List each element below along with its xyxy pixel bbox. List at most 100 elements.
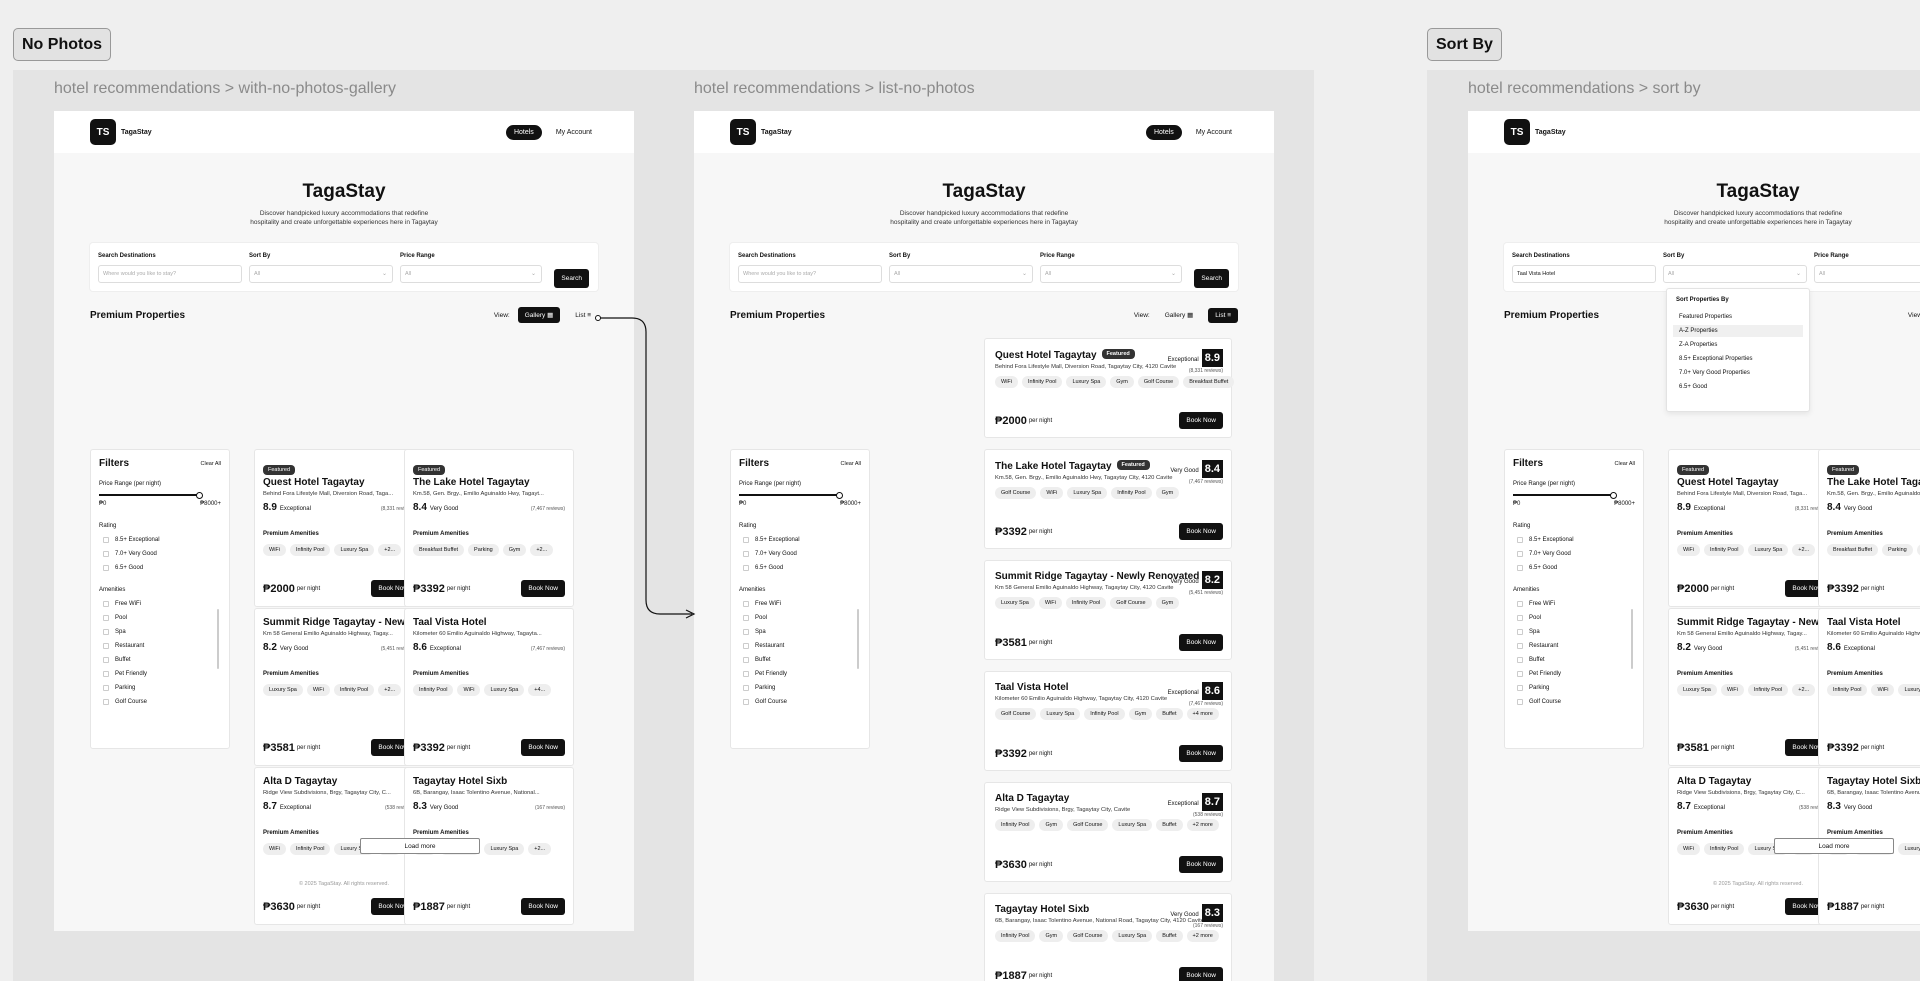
hotel-card[interactable]: Featured Quest Hotel Tagaytay Behind Fora … bbox=[254, 449, 424, 607]
sort-option[interactable]: 8.5+ Exceptional Properties bbox=[1673, 353, 1803, 365]
hotel-name[interactable]: The Lake Hotel Tagaytay bbox=[413, 477, 565, 488]
hotel-card[interactable]: Featured The Lake Hotel Tagaytay Km.58, Ge… bbox=[404, 449, 574, 607]
checkbox[interactable] bbox=[1517, 629, 1523, 635]
amenity-checkbox[interactable]: Pool bbox=[99, 615, 221, 621]
hotel-name[interactable]: Quest Hotel Tagaytay bbox=[1677, 477, 1829, 488]
checkbox[interactable] bbox=[743, 685, 749, 691]
clear-all-button[interactable]: Clear All bbox=[1615, 461, 1635, 467]
hotel-card[interactable]: Summit Ridge Tagaytay - New... Km 58 Gene… bbox=[254, 608, 424, 766]
rating-checkbox[interactable]: 6.5+ Good bbox=[1513, 565, 1635, 571]
price-range-select[interactable]: All⌄ bbox=[1040, 265, 1182, 283]
amenity-checkbox[interactable]: Spa bbox=[99, 629, 221, 635]
checkbox[interactable] bbox=[1517, 685, 1523, 691]
hotel-name[interactable]: Tagaytay Hotel Sixb bbox=[1827, 776, 1920, 787]
hotel-name[interactable]: The Lake Hotel Tagaytay bbox=[1827, 477, 1920, 488]
amenity-checkbox[interactable]: Golf Course bbox=[1513, 699, 1635, 705]
checkbox[interactable] bbox=[743, 629, 749, 635]
checkbox[interactable] bbox=[103, 685, 109, 691]
price-range-select[interactable]: All⌄ bbox=[1814, 265, 1920, 283]
hotel-name[interactable]: Summit Ridge Tagaytay - Newly Renovated bbox=[995, 571, 1199, 582]
checkbox[interactable] bbox=[103, 537, 109, 543]
amenity-checkbox[interactable]: Restaurant bbox=[1513, 643, 1635, 649]
checkbox[interactable] bbox=[103, 615, 109, 621]
checkbox[interactable] bbox=[743, 601, 749, 607]
search-button[interactable]: Search bbox=[1194, 269, 1229, 288]
book-now-button[interactable]: Book Now bbox=[521, 580, 565, 597]
view-list-button[interactable]: List ≡ bbox=[568, 308, 598, 323]
rating-checkbox[interactable]: 6.5+ Good bbox=[739, 565, 861, 571]
book-now-button[interactable]: Book Now bbox=[1179, 523, 1223, 540]
amenity-checkbox[interactable]: Parking bbox=[99, 685, 221, 691]
checkbox[interactable] bbox=[1517, 643, 1523, 649]
checkbox[interactable] bbox=[103, 657, 109, 663]
checkbox[interactable] bbox=[743, 643, 749, 649]
hotel-name[interactable]: Alta D Tagaytay bbox=[995, 793, 1069, 804]
logo[interactable]: TS bbox=[1504, 119, 1530, 145]
amenity-checkbox[interactable]: Parking bbox=[739, 685, 861, 691]
search-destinations-input[interactable]: Where would you like to stay? bbox=[738, 265, 882, 283]
hotel-list-card[interactable]: Tagaytay Hotel Sixb 6B, Barangay, Isaac T… bbox=[984, 893, 1232, 981]
checkbox[interactable] bbox=[1517, 565, 1523, 571]
clear-all-button[interactable]: Clear All bbox=[841, 461, 861, 467]
hotel-name[interactable]: Tagaytay Hotel Sixb bbox=[413, 776, 565, 787]
checkbox[interactable] bbox=[1517, 551, 1523, 557]
nav-hotels[interactable]: Hotels bbox=[505, 124, 542, 140]
amenity-checkbox[interactable]: Free WiFi bbox=[739, 601, 861, 607]
rating-checkbox[interactable]: 7.0+ Very Good bbox=[99, 551, 221, 557]
book-now-button[interactable]: Book Now bbox=[521, 739, 565, 756]
hotel-name[interactable]: Quest Hotel Tagaytay bbox=[995, 350, 1097, 361]
checkbox[interactable] bbox=[1517, 671, 1523, 677]
price-slider[interactable] bbox=[99, 492, 204, 499]
scrollbar[interactable] bbox=[217, 609, 219, 669]
section-tag-no-photos[interactable]: No Photos bbox=[13, 28, 111, 61]
hotel-list-card[interactable]: The Lake Hotel Tagaytay Featured Km.58, Ge… bbox=[984, 449, 1232, 549]
scrollbar[interactable] bbox=[857, 609, 859, 669]
checkbox[interactable] bbox=[743, 551, 749, 557]
checkbox[interactable] bbox=[103, 699, 109, 705]
logo[interactable]: TS bbox=[730, 119, 756, 145]
checkbox[interactable] bbox=[1517, 615, 1523, 621]
sort-by-select[interactable]: All ⌄ bbox=[249, 265, 393, 283]
rating-checkbox[interactable]: 6.5+ Good bbox=[99, 565, 221, 571]
load-more-button[interactable]: Load more bbox=[360, 838, 480, 854]
view-list-button[interactable]: List ≡ bbox=[1208, 307, 1238, 323]
amenity-checkbox[interactable]: Pool bbox=[739, 615, 861, 621]
checkbox[interactable] bbox=[743, 657, 749, 663]
sort-option[interactable]: 6.5+ Good bbox=[1673, 381, 1803, 393]
checkbox[interactable] bbox=[103, 629, 109, 635]
price-slider[interactable] bbox=[739, 492, 844, 499]
amenity-checkbox[interactable]: Restaurant bbox=[739, 643, 861, 649]
search-button[interactable]: Search bbox=[554, 269, 589, 288]
rating-checkbox[interactable]: 7.0+ Very Good bbox=[1513, 551, 1635, 557]
amenity-checkbox[interactable]: Golf Course bbox=[99, 699, 221, 705]
hotel-card[interactable]: Summit Ridge Tagaytay - New... Km 58 Gene… bbox=[1668, 608, 1838, 766]
search-destinations-input[interactable]: Taal Vista Hotel bbox=[1512, 265, 1656, 283]
amenity-checkbox[interactable]: Spa bbox=[739, 629, 861, 635]
checkbox[interactable] bbox=[1517, 699, 1523, 705]
rating-checkbox[interactable]: 8.5+ Exceptional bbox=[739, 537, 861, 543]
hotel-card[interactable]: Taal Vista Hotel Kilometer 60 Emilio Agui… bbox=[404, 608, 574, 766]
nav-my-account[interactable]: My Account bbox=[1190, 125, 1238, 140]
checkbox[interactable] bbox=[743, 615, 749, 621]
checkbox[interactable] bbox=[103, 601, 109, 607]
checkbox[interactable] bbox=[103, 643, 109, 649]
hotel-name[interactable]: Tagaytay Hotel Sixb bbox=[995, 904, 1089, 915]
amenity-checkbox[interactable]: Parking bbox=[1513, 685, 1635, 691]
hotel-list-card[interactable]: Quest Hotel Tagaytay Featured Behind Fora … bbox=[984, 338, 1235, 438]
amenity-checkbox[interactable]: Free WiFi bbox=[99, 601, 221, 607]
hotel-card[interactable]: Featured Quest Hotel Tagaytay Behind Fora … bbox=[1668, 449, 1838, 607]
amenity-checkbox[interactable]: Restaurant bbox=[99, 643, 221, 649]
book-now-button[interactable]: Book Now bbox=[1179, 856, 1223, 873]
price-range-select[interactable]: All⌄ bbox=[400, 265, 542, 283]
amenity-checkbox[interactable]: Golf Course bbox=[739, 699, 861, 705]
hotel-card[interactable]: Taal Vista Hotel Kilometer 60 Emilio Agui… bbox=[1818, 608, 1920, 766]
view-gallery-button[interactable]: Gallery ▦ bbox=[517, 307, 561, 323]
sort-option[interactable]: Featured Properties bbox=[1673, 311, 1803, 323]
clear-all-button[interactable]: Clear All bbox=[201, 461, 221, 467]
hotel-name[interactable]: The Lake Hotel Tagaytay bbox=[995, 461, 1112, 472]
nav-my-account[interactable]: My Account bbox=[550, 125, 598, 140]
scrollbar[interactable] bbox=[1631, 609, 1633, 669]
book-now-button[interactable]: Book Now bbox=[1179, 412, 1223, 429]
hotel-name[interactable]: Taal Vista Hotel bbox=[995, 682, 1069, 693]
hotel-list-card[interactable]: Taal Vista Hotel Kilometer 60 Emilio Agui… bbox=[984, 671, 1232, 771]
